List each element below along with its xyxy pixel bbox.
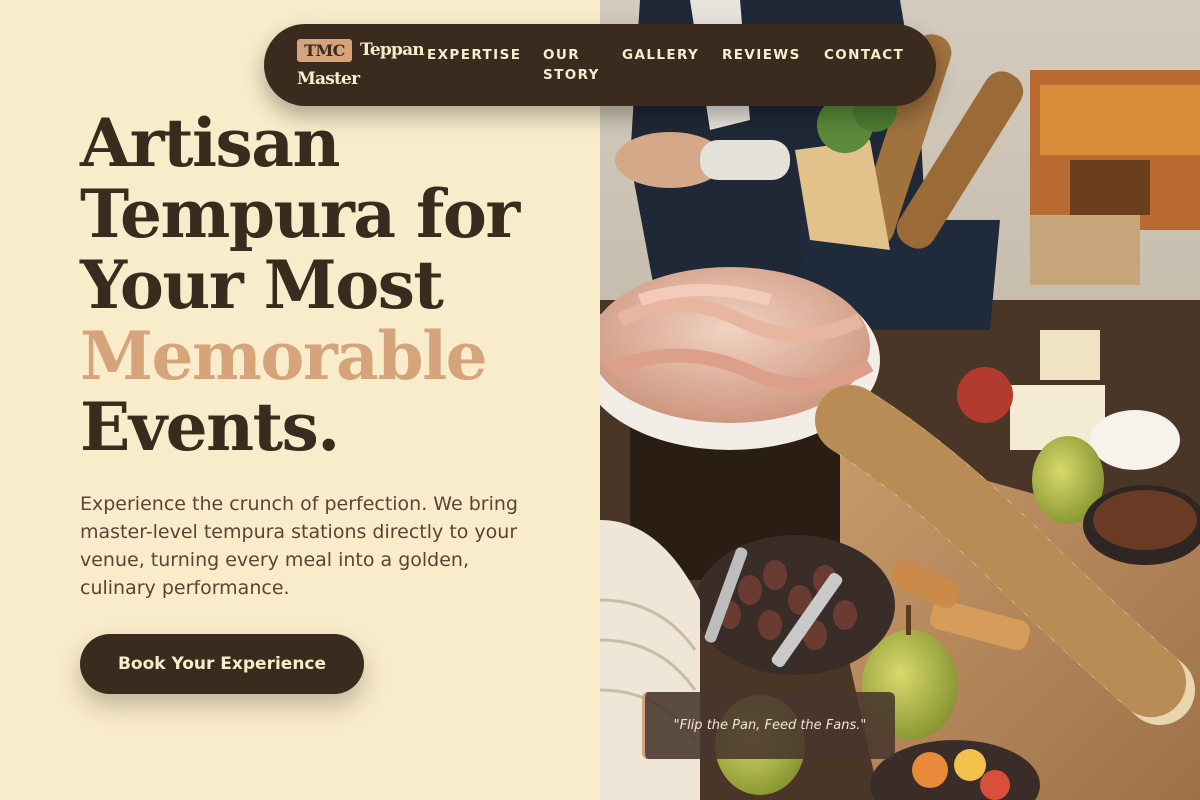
hero-description: Experience the crunch of perfection. We …: [80, 493, 518, 599]
headline-line-1: Artisan: [80, 104, 340, 182]
slogan-quote-text: "Flip the Pan, Feed the Fans.": [673, 718, 867, 733]
nav-link-label-line-2: STORY: [543, 67, 600, 83]
nav-link-label: EXPERTISE: [427, 47, 522, 63]
nav-link-label: OUR: [543, 47, 581, 63]
headline-line-5: Events.: [80, 388, 340, 466]
brand-logo[interactable]: TMC Teppan Master: [297, 38, 425, 94]
headline-line-2: Tempura for: [80, 175, 520, 253]
hero-section: Artisan Tempura for Your Most Memorable …: [0, 0, 600, 800]
brand-name-first: Teppan: [360, 40, 425, 60]
nav-link-gallery[interactable]: GALLERY: [622, 45, 699, 65]
headline-accent-word: Memorable: [80, 317, 488, 395]
nav-link-our-story[interactable]: OUR STORY: [543, 45, 613, 85]
nav-link-contact[interactable]: CONTACT: [824, 45, 904, 65]
nav-link-label: CONTACT: [824, 47, 905, 63]
nav-link-expertise[interactable]: EXPERTISE: [427, 45, 521, 65]
brand-name-second: Master: [297, 69, 360, 89]
nav-link-label: GALLERY: [622, 47, 700, 63]
brand-badge: TMC: [297, 39, 352, 62]
hero-photo: [600, 0, 1200, 800]
nav-link-reviews[interactable]: REVIEWS: [722, 45, 801, 65]
hero-headline: Artisan Tempura for Your Most Memorable …: [80, 108, 580, 463]
headline-line-3: Your Most: [80, 246, 444, 324]
nav-link-label: REVIEWS: [722, 47, 801, 63]
main-navigation: TMC Teppan Master EXPERTISE OUR STORY GA…: [264, 24, 936, 106]
slogan-quote-card: "Flip the Pan, Feed the Fans.": [642, 692, 895, 759]
book-experience-button[interactable]: Book Your Experience: [80, 634, 364, 694]
catering-buffet-image: [600, 0, 1200, 800]
